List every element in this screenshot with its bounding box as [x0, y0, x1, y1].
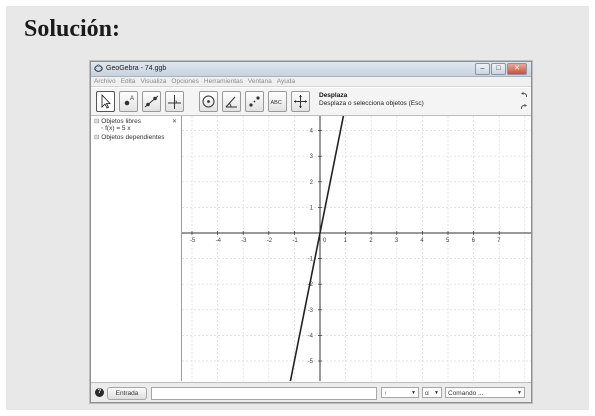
svg-text:A: A [130, 96, 134, 102]
menu-archivo[interactable]: Archivo [94, 77, 116, 86]
menu-opciones[interactable]: Opciones [171, 77, 198, 86]
reflect-point-icon [249, 96, 260, 107]
solution-panel: Solución: GeoGebra - 74.ggb – □ ✕ Archiv… [6, 6, 589, 410]
function-line [289, 115, 345, 382]
y-tick-label: -4 [308, 333, 314, 339]
algebra-view: ✕ ⊟ Objetos libres ◦ f(x) = 5 x ⊟ Objeto… [91, 116, 182, 381]
command-dropdown[interactable]: Comando ... ▼ [445, 387, 525, 398]
reflect-tool-button[interactable] [245, 91, 264, 112]
cursor-arrow-icon [101, 93, 111, 109]
x-tick-label: 3 [395, 238, 399, 244]
text-icon: ABC [271, 100, 282, 106]
dependent-objects-label: Objetos dependientes [101, 134, 165, 141]
y-tick-label: -3 [308, 308, 314, 314]
perpendicular-tool-button[interactable] [165, 91, 184, 112]
menu-ventana[interactable]: Ventana [248, 77, 272, 86]
dropdown-arrow-icon: ▼ [434, 390, 439, 396]
y-tick-label: 2 [310, 180, 314, 186]
move-tool-button[interactable] [96, 91, 115, 112]
redo-icon[interactable] [520, 103, 528, 111]
x-tick-label: -1 [292, 238, 298, 244]
line-tool-button[interactable] [142, 91, 161, 112]
minimize-button[interactable]: – [475, 63, 490, 75]
y-tick-label: 1 [310, 205, 314, 211]
menu-visualiza[interactable]: Visualiza [141, 77, 167, 86]
graphics-view[interactable]: -5-4-3-2-1012345674321-1-2-3-4-5-6-7 [182, 115, 531, 391]
y-tick-label: 4 [310, 129, 314, 135]
text-tool-button[interactable]: ABC [268, 91, 287, 112]
title-bar: GeoGebra - 74.ggb – □ ✕ [91, 62, 531, 77]
maximize-button[interactable]: □ [491, 63, 506, 75]
free-objects-label: Objetos libres [101, 118, 142, 125]
close-algebra-icon[interactable]: ✕ [172, 118, 177, 125]
close-icon: ✕ [514, 65, 520, 72]
graphics-canvas[interactable]: -5-4-3-2-1012345674321-1-2-3-4-5-6-7 [182, 115, 531, 391]
y-tick-label: -5 [308, 359, 314, 365]
function-label: f(x) = 5 x [105, 125, 131, 132]
x-tick-label: -2 [267, 238, 273, 244]
close-button[interactable]: ✕ [507, 63, 527, 75]
window-title: GeoGebra - 74.ggb [106, 65, 167, 72]
x-tick-label: 6 [472, 238, 476, 244]
point-tool-button[interactable]: A [119, 91, 138, 112]
y-tick-label: 3 [310, 154, 314, 160]
input-field[interactable] [151, 387, 377, 400]
dropdown-arrow-icon: ▼ [517, 390, 522, 396]
function-item[interactable]: ◦ f(x) = 5 x [101, 125, 131, 132]
active-tool-title: Desplaza [319, 92, 348, 99]
x-tick-label: 2 [369, 238, 373, 244]
input-bar: ? Entrada ↑ ▼ α ▼ Comando ... ▼ [91, 382, 531, 402]
greek-dropdown[interactable]: α ▼ [422, 387, 442, 398]
input-label-button[interactable]: Entrada [107, 387, 147, 400]
menu-herramientas[interactable]: Herramientas [204, 77, 243, 86]
angle-tool-button[interactable] [222, 91, 241, 112]
x-tick-label: -3 [241, 238, 247, 244]
x-tick-label: 5 [446, 238, 450, 244]
x-tick-label: -5 [190, 238, 196, 244]
svg-text:ABC: ABC [271, 100, 282, 106]
menu-edita[interactable]: Edita [121, 77, 136, 86]
symbols-value: ↑ [384, 390, 388, 397]
greek-value: α [425, 390, 429, 397]
minimize-icon: – [480, 65, 485, 72]
free-objects-node[interactable]: ⊟ Objetos libres [94, 117, 141, 125]
dependent-objects-node[interactable]: ⊟ Objetos dependientes [94, 133, 165, 141]
undo-icon[interactable] [520, 91, 528, 99]
maximize-icon: □ [496, 65, 501, 72]
toolbar: A ABC Desplaza Desplaza o selecciona obj… [91, 88, 531, 116]
function-dot-icon: ◦ [101, 125, 104, 132]
geogebra-logo-icon [94, 64, 103, 72]
point-icon: A [124, 96, 134, 106]
dropdown-arrow-icon: ▼ [411, 390, 416, 396]
active-tool-description: Desplaza o selecciona objetos (Esc) [319, 100, 424, 107]
x-tick-label: -4 [216, 238, 222, 244]
window-controls: – □ ✕ [475, 63, 527, 75]
x-tick-label: 0 [323, 238, 327, 244]
geogebra-window: GeoGebra - 74.ggb – □ ✕ Archivo Edita Vi… [90, 61, 532, 403]
folder-icon: ⊟ [94, 134, 100, 141]
circle-tool-button[interactable] [199, 91, 218, 112]
x-tick-label: 7 [497, 238, 501, 244]
menu-ayuda[interactable]: Ayuda [277, 77, 295, 86]
angle-icon [225, 96, 237, 108]
solution-heading: Solución: [24, 16, 121, 42]
symbols-dropdown[interactable]: ↑ ▼ [381, 387, 419, 398]
x-tick-label: 1 [344, 238, 348, 244]
move-view-arrows-icon [294, 95, 307, 108]
circle-center-point-icon [202, 95, 215, 108]
x-tick-label: 4 [420, 238, 424, 244]
menu-bar: Archivo Edita Visualiza Opciones Herrami… [91, 77, 531, 87]
line-through-points-icon [144, 95, 159, 108]
y-tick-label: -1 [308, 257, 314, 263]
move-view-tool-button[interactable] [291, 91, 310, 112]
command-value: Comando ... [448, 390, 484, 397]
perpendicular-line-icon [168, 95, 181, 109]
folder-icon: ⊟ [94, 118, 100, 125]
help-icon[interactable]: ? [95, 388, 104, 397]
